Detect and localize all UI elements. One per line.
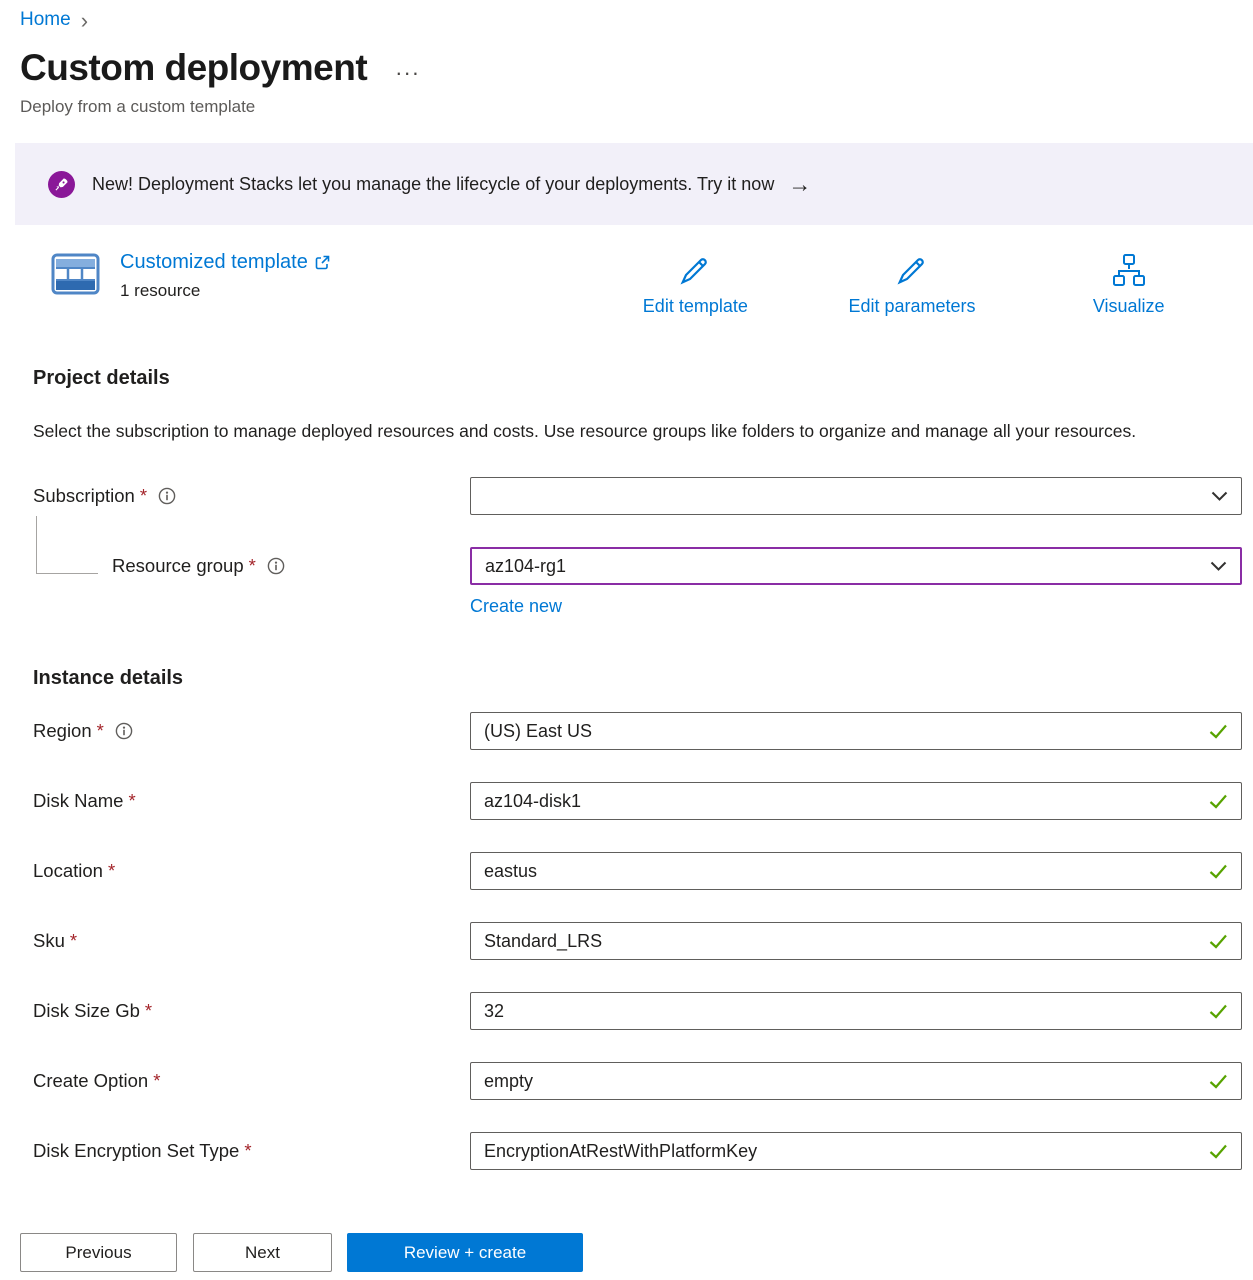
required-marker: * <box>108 860 115 882</box>
edit-template-button[interactable]: Edit template <box>587 251 804 317</box>
field-row-location: Location * eastus <box>33 852 1242 890</box>
required-marker: * <box>70 930 77 952</box>
edit-parameters-button[interactable]: Edit parameters <box>804 251 1021 317</box>
page-subtitle: Deploy from a custom template <box>20 97 1253 117</box>
chevron-down-icon <box>1210 561 1227 572</box>
field-row-disk-encryption-set-type: Disk Encryption Set Type * EncryptionAtR… <box>33 1132 1242 1170</box>
resource-group-label: Resource group <box>112 555 244 577</box>
valid-check-icon <box>1209 794 1228 809</box>
field-row-region: Region * (US) East US <box>33 712 1242 750</box>
resource-count: 1 resource <box>120 281 330 301</box>
sku-label: Sku <box>33 930 65 952</box>
sku-input[interactable]: Standard_LRS <box>470 922 1242 960</box>
disk-encryption-set-type-value: EncryptionAtRestWithPlatformKey <box>484 1141 757 1162</box>
project-details-heading: Project details <box>33 367 1253 390</box>
required-marker: * <box>128 790 135 812</box>
location-label: Location <box>33 860 103 882</box>
resource-group-dropdown[interactable]: az104-rg1 <box>470 547 1242 585</box>
edit-parameters-label: Edit parameters <box>848 296 975 317</box>
instance-details-heading: Instance details <box>33 667 1253 690</box>
region-label: Region <box>33 720 92 742</box>
required-marker: * <box>145 1000 152 1022</box>
pencil-icon <box>676 251 714 289</box>
next-button[interactable]: Next <box>193 1233 332 1272</box>
breadcrumb-home-link[interactable]: Home <box>20 9 71 31</box>
disk-name-input[interactable]: az104-disk1 <box>470 782 1242 820</box>
subscription-dropdown[interactable] <box>470 477 1242 515</box>
info-icon[interactable] <box>267 557 285 575</box>
region-input[interactable]: (US) East US <box>470 712 1242 750</box>
template-summary: Customized template 1 resource Edit temp… <box>51 251 1237 317</box>
field-row-resource-group: Resource group * az104-rg1 <box>33 547 1242 585</box>
valid-check-icon <box>1209 1144 1228 1159</box>
required-marker: * <box>97 720 104 742</box>
create-new-link[interactable]: Create new <box>470 596 562 617</box>
subscription-label: Subscription <box>33 485 135 507</box>
valid-check-icon <box>1209 724 1228 739</box>
nesting-connector-line <box>36 516 98 574</box>
field-row-disk-size-gb: Disk Size Gb * 32 <box>33 992 1242 1030</box>
valid-check-icon <box>1209 1004 1228 1019</box>
field-row-subscription: Subscription * <box>33 477 1242 515</box>
location-input[interactable]: eastus <box>470 852 1242 890</box>
chevron-down-icon <box>1211 491 1228 502</box>
previous-button[interactable]: Previous <box>20 1233 177 1272</box>
create-option-label: Create Option <box>33 1070 148 1092</box>
disk-size-gb-value: 32 <box>484 1001 504 1022</box>
disk-size-gb-input[interactable]: 32 <box>470 992 1242 1030</box>
wizard-footer: Previous Next Review + create <box>0 1208 1253 1280</box>
project-details-form: Subscription * Resource group * <box>33 477 1242 617</box>
template-icon <box>51 253 100 300</box>
info-icon[interactable] <box>115 722 133 740</box>
required-marker: * <box>249 555 256 577</box>
valid-check-icon <box>1209 1074 1228 1089</box>
info-icon[interactable] <box>158 487 176 505</box>
deployment-stacks-banner[interactable]: New! Deployment Stacks let you manage th… <box>15 143 1253 225</box>
required-marker: * <box>244 1140 251 1162</box>
disk-name-value: az104-disk1 <box>484 791 581 812</box>
resource-group-value: az104-rg1 <box>485 556 566 577</box>
page-title: Custom deployment <box>20 47 367 89</box>
external-link-icon <box>315 255 330 270</box>
region-value: (US) East US <box>484 721 592 742</box>
sku-value: Standard_LRS <box>484 931 602 952</box>
disk-size-gb-label: Disk Size Gb <box>33 1000 140 1022</box>
project-details-description: Select the subscription to manage deploy… <box>33 416 1183 447</box>
pencil-icon <box>893 251 931 289</box>
instance-details-form: Region * (US) East US Disk Name * az104-… <box>33 712 1242 1170</box>
create-option-value: empty <box>484 1071 533 1092</box>
hierarchy-icon <box>1110 251 1148 289</box>
visualize-label: Visualize <box>1093 296 1165 317</box>
chevron-right-icon: › <box>81 11 88 30</box>
customized-template-label: Customized template <box>120 251 308 274</box>
customized-template-link[interactable]: Customized template <box>120 251 330 274</box>
required-marker: * <box>140 485 147 507</box>
field-row-sku: Sku * Standard_LRS <box>33 922 1242 960</box>
required-marker: * <box>153 1070 160 1092</box>
more-options-button[interactable]: ··· <box>395 50 420 86</box>
arrow-right-icon[interactable]: → <box>788 175 811 193</box>
edit-template-label: Edit template <box>643 296 748 317</box>
disk-encryption-set-type-label: Disk Encryption Set Type <box>33 1140 239 1162</box>
template-actions: Edit template Edit parameters Visualize <box>587 251 1237 317</box>
field-row-create-option: Create Option * empty <box>33 1062 1242 1100</box>
review-create-button[interactable]: Review + create <box>347 1233 583 1272</box>
disk-encryption-set-type-input[interactable]: EncryptionAtRestWithPlatformKey <box>470 1132 1242 1170</box>
valid-check-icon <box>1209 934 1228 949</box>
create-option-input[interactable]: empty <box>470 1062 1242 1100</box>
field-row-disk-name: Disk Name * az104-disk1 <box>33 782 1242 820</box>
breadcrumb: Home › <box>0 0 1253 31</box>
location-value: eastus <box>484 861 537 882</box>
visualize-button[interactable]: Visualize <box>1020 251 1237 317</box>
custom-deployment-page: Home › Custom deployment ··· Deploy from… <box>0 0 1253 1280</box>
disk-name-label: Disk Name <box>33 790 123 812</box>
rocket-icon <box>48 171 75 198</box>
valid-check-icon <box>1209 864 1228 879</box>
banner-text: New! Deployment Stacks let you manage th… <box>92 174 774 195</box>
